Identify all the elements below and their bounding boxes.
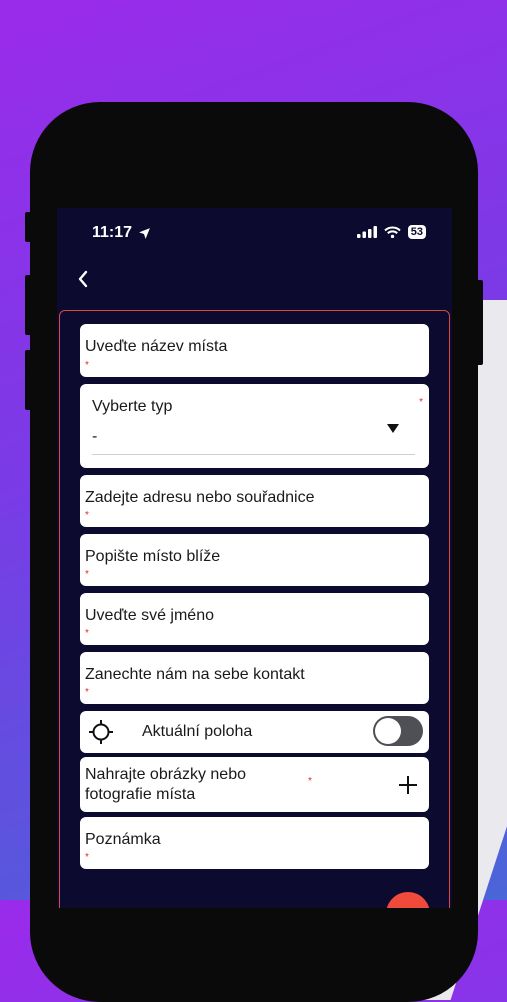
location-toggle[interactable] xyxy=(373,716,423,746)
battery-icon: 53 xyxy=(407,225,426,239)
type-select-value: - xyxy=(92,428,98,445)
note-placeholder: Poznámka xyxy=(85,831,161,848)
current-location-label: Aktuální poloha xyxy=(142,723,253,740)
contact-field[interactable]: Zanechte nám na sebe kontakt * xyxy=(80,652,429,704)
description-field[interactable]: Popište místo blíže * xyxy=(80,534,429,586)
toggle-knob xyxy=(375,718,401,744)
app-screen: 11:17 53 Uveďte název místa * Vyberte ty… xyxy=(57,208,452,908)
required-mark: * xyxy=(85,569,89,580)
signal-icon xyxy=(356,226,377,238)
place-name-field[interactable]: Uveďte název místa * xyxy=(80,324,429,377)
required-mark: * xyxy=(85,360,89,371)
status-time-group: 11:17 xyxy=(92,224,151,242)
place-name-placeholder: Uveďte název místa xyxy=(85,338,228,355)
name-field[interactable]: Uveďte své jméno * xyxy=(80,593,429,645)
note-field[interactable]: Poznámka * xyxy=(80,817,429,869)
required-mark: * xyxy=(85,628,89,639)
caret-down-icon xyxy=(387,424,399,433)
chevron-left-icon xyxy=(78,270,88,288)
back-button[interactable] xyxy=(71,266,95,292)
select-underline xyxy=(92,454,415,455)
required-mark: * xyxy=(85,852,89,863)
type-select[interactable]: Vyberte typ * - xyxy=(80,384,429,468)
type-select-label: Vyberte typ xyxy=(92,398,173,415)
address-placeholder: Zadejte adresu nebo souřadnice xyxy=(85,489,315,506)
required-mark: * xyxy=(85,687,89,698)
wifi-icon xyxy=(384,226,401,238)
status-icons: 53 xyxy=(356,225,426,239)
required-mark: * xyxy=(419,397,423,408)
crosshair-icon xyxy=(89,720,113,744)
current-location-row: Aktuální poloha xyxy=(80,711,429,753)
name-placeholder: Uveďte své jméno xyxy=(85,607,214,624)
location-arrow-icon xyxy=(139,227,150,239)
required-mark: * xyxy=(85,510,89,521)
plus-icon[interactable] xyxy=(399,776,417,794)
upload-photos-row[interactable]: Nahrajte obrázky nebo fotografie místa * xyxy=(80,757,429,812)
address-field[interactable]: Zadejte adresu nebo souřadnice * xyxy=(80,475,429,527)
status-time: 11:17 xyxy=(92,224,133,241)
description-placeholder: Popište místo blíže xyxy=(85,548,221,565)
required-mark: * xyxy=(308,776,312,787)
contact-placeholder: Zanechte nám na sebe kontakt xyxy=(85,666,305,683)
upload-photos-label: Nahrajte obrázky nebo fotografie místa xyxy=(85,766,246,803)
